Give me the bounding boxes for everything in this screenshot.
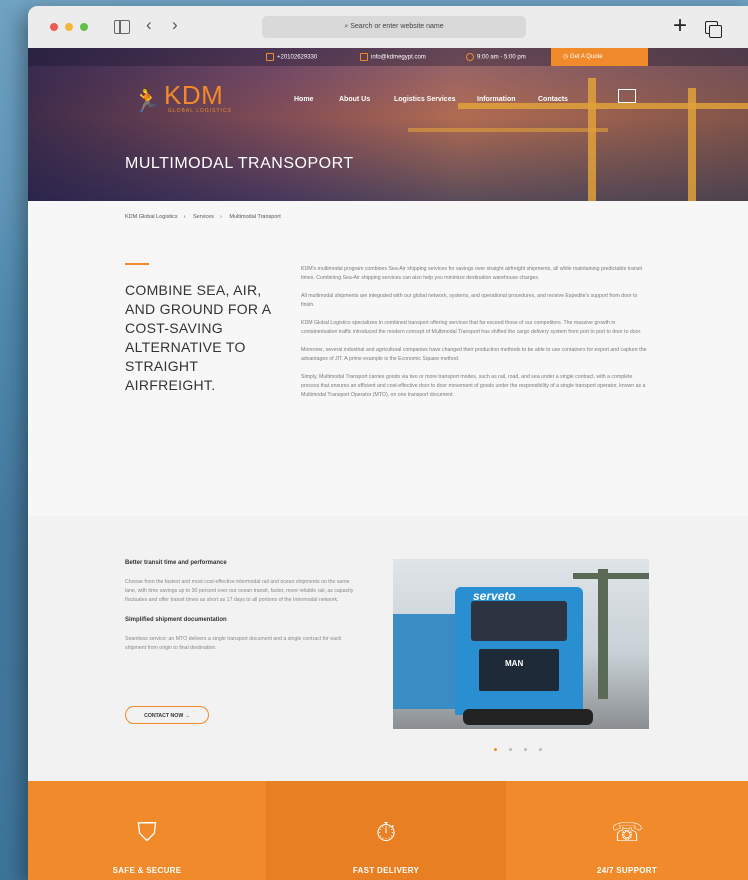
minimize-window-button[interactable] [65, 23, 73, 31]
service-label: 24/7 SUPPORT [596, 866, 658, 875]
phone-icon [266, 53, 274, 61]
stopwatch-icon: ⏱ [375, 817, 397, 847]
breadcrumb-separator: › [220, 214, 222, 220]
nav-about[interactable]: About Us [339, 96, 370, 103]
quote-label: Get A Quote [569, 54, 603, 60]
feature-heading: Simplified shipment documentation [125, 617, 227, 623]
truck-image: serveto MAN [393, 559, 649, 729]
get-quote-button[interactable]: ◷ Get A Quote [551, 48, 648, 66]
truck-wheels [463, 709, 593, 725]
service-label: SAFE & SECURE [112, 866, 182, 875]
email-address: info@kdmegypt.com [371, 54, 426, 61]
browser-toolbar: ‹ › ⌕ Search or enter website name + [28, 6, 748, 49]
new-tab-icon[interactable]: + [673, 12, 687, 40]
breadcrumb-home[interactable]: KDM Global Logistics [125, 214, 178, 220]
slider-dot[interactable] [494, 748, 497, 751]
contact-topbar: +20102629330 info@kdmegypt.com 9:00 am -… [28, 48, 748, 66]
services-band: ⛉ SAFE & SECURE ⏱ FAST DELIVERY ☏ 24/7 S… [28, 781, 748, 880]
features-text: Better transit time and performance Choo… [125, 560, 355, 665]
service-fast-delivery[interactable]: ⏱ FAST DELIVERY [266, 781, 506, 880]
slider-dot[interactable] [539, 748, 542, 751]
intro-paragraph: Simply, Multimodal Transport carries goo… [301, 374, 646, 398]
breadcrumb-separator: › [183, 214, 186, 220]
features-section: Better transit time and performance Choo… [28, 516, 748, 781]
topbar-phone[interactable]: +20102629330 [266, 53, 317, 61]
truck-windshield [471, 601, 567, 641]
truck-grille [479, 649, 559, 691]
image-crane [598, 569, 608, 699]
nav-contacts[interactable]: Contacts [538, 96, 568, 103]
address-bar[interactable]: ⌕ Search or enter website name [262, 16, 526, 38]
opening-hours: 9:00 am - 5:00 pm [477, 54, 526, 61]
map-icon[interactable] [618, 89, 636, 103]
intro-paragraph: KDM Global Logistics specializes in comb… [301, 320, 642, 335]
service-safe-secure[interactable]: ⛉ SAFE & SECURE [28, 781, 266, 880]
breadcrumb-services[interactable]: Services [193, 214, 214, 220]
crane-leg [588, 78, 596, 201]
clock-icon [466, 53, 474, 61]
intro-paragraphs: KDM's multimodal program combines Sea-Ai… [301, 265, 647, 409]
back-icon[interactable]: ‹ [146, 15, 152, 35]
address-bar-placeholder: Search or enter website name [350, 23, 444, 30]
page-title: MULTIMODAL TRANSOPORT [125, 155, 354, 172]
crane-leg [688, 88, 696, 201]
logo-subtitle: GLOBAL LOGISTICS [168, 108, 232, 114]
zoom-window-button[interactable] [80, 23, 88, 31]
topbar-email[interactable]: info@kdmegypt.com [360, 53, 426, 61]
intro-paragraph: All multimodal shipments are integrated … [301, 293, 638, 308]
truck-model-text: MAN [505, 659, 524, 668]
truck-brand-text: serveto [473, 589, 516, 603]
shield-box-icon: ⛉ [137, 817, 157, 847]
slider-dots [494, 738, 554, 756]
service-label: FAST DELIVERY [352, 866, 420, 875]
hero-banner: +20102629330 info@kdmegypt.com 9:00 am -… [28, 48, 748, 201]
feature-text: Choose from the fastest and most cost-ef… [125, 579, 354, 603]
feature-heading: Better transit time and performance [125, 560, 227, 566]
crane-beam [458, 103, 748, 109]
crane-beam [408, 128, 608, 132]
breadcrumb-current: Multimodal Transport [229, 214, 281, 220]
mail-icon [360, 53, 368, 61]
contact-now-button[interactable]: CONTACT NOW → [125, 706, 209, 724]
topbar-hours: 9:00 am - 5:00 pm [466, 53, 526, 61]
phone-number: +20102629330 [277, 54, 318, 61]
truck-trailer [393, 614, 463, 709]
runner-logo-icon: 🏃 [132, 87, 162, 114]
image-crane [573, 573, 649, 579]
forward-icon[interactable]: › [172, 15, 178, 35]
nav-home[interactable]: Home [294, 96, 313, 103]
phone-support-icon: ☏ [611, 817, 644, 847]
headline-accent-line [125, 263, 149, 265]
site-logo[interactable]: 🏃 KDM GLOBAL LOGISTICS [128, 78, 248, 118]
intro-headline: COMBINE SEA, AIR, AND GROUND FOR A COST-… [125, 282, 271, 393]
quote-icon: ◷ [563, 54, 570, 60]
logo-name: KDM [164, 80, 224, 110]
intro-paragraph: Moreover, several industrial and agricul… [301, 347, 647, 362]
nav-logistics-services[interactable]: Logistics Services [394, 96, 455, 103]
feature-text: Seamless service: an MTO delivers a sing… [125, 636, 342, 651]
service-support[interactable]: ☏ 24/7 SUPPORT [506, 781, 748, 880]
tab-overview-icon[interactable] [705, 21, 722, 38]
slider-dot[interactable] [509, 748, 512, 751]
sidebar-icon[interactable] [114, 20, 130, 34]
intro-paragraph: KDM's multimodal program combines Sea-Ai… [301, 266, 642, 281]
nav-information[interactable]: Information [477, 96, 516, 103]
browser-window: ‹ › ⌕ Search or enter website name + +20… [28, 6, 748, 880]
breadcrumb: KDM Global Logistics › Services › Multimod… [125, 214, 287, 220]
close-window-button[interactable] [50, 23, 58, 31]
slider-dot[interactable] [524, 748, 527, 751]
